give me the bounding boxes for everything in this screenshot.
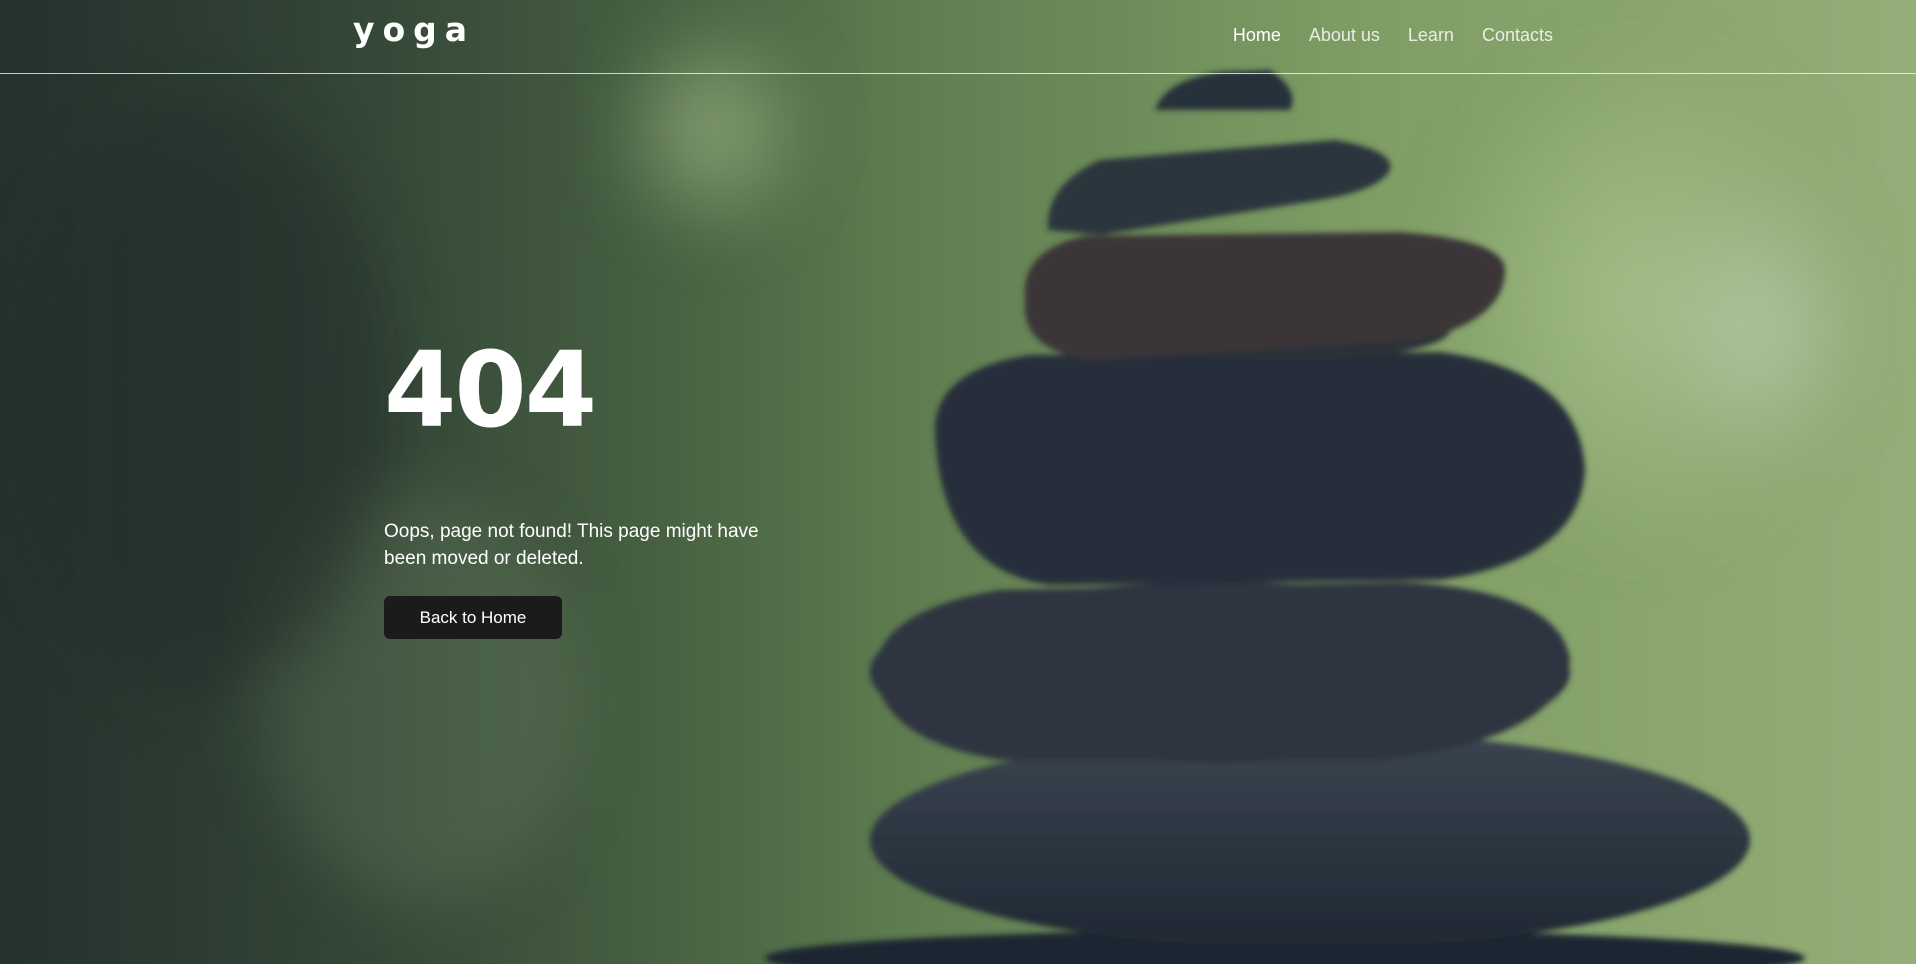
nav-link-learn[interactable]: Learn: [1408, 25, 1454, 46]
error-code: 404: [384, 329, 597, 451]
error-content: 404 Oops, page not found! This page migh…: [384, 330, 784, 639]
nav-link-about-us[interactable]: About us: [1309, 25, 1380, 46]
nav-link-home[interactable]: Home: [1233, 25, 1281, 46]
page: yoga Home About us Learn Contacts 404 Oo…: [0, 0, 1916, 964]
back-to-home-button[interactable]: Back to Home: [384, 596, 562, 639]
site-logo[interactable]: yoga: [353, 10, 475, 49]
stacked-stones-background-image: [0, 0, 1916, 964]
site-header: yoga Home About us Learn Contacts: [0, 0, 1916, 74]
nav-link-contacts[interactable]: Contacts: [1482, 25, 1553, 46]
error-message: Oops, page not found! This page might ha…: [384, 521, 759, 569]
main-nav: Home About us Learn Contacts: [1233, 25, 1553, 46]
